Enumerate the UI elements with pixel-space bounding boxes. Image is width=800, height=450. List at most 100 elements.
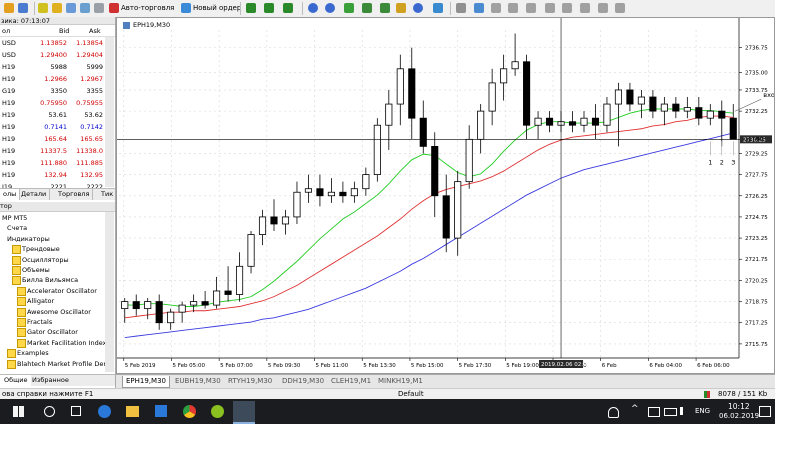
vertical-line-icon[interactable]	[491, 3, 501, 13]
autotrade-button[interactable]: Авто-торговля	[109, 2, 174, 14]
navigator-item[interactable]: Счета	[7, 223, 27, 233]
market-watch-row[interactable]: H19 111.880 111.885	[0, 157, 115, 169]
indicator-folder-icon	[7, 349, 16, 359]
bar-chart-icon[interactable]	[246, 3, 256, 13]
cursor-icon[interactable]	[456, 3, 466, 13]
trendline-icon[interactable]	[526, 3, 536, 13]
tab-trading[interactable]: Торговля	[55, 189, 94, 200]
arrows-icon[interactable]	[615, 3, 625, 13]
chart-tab[interactable]: CLEH19,M1	[328, 376, 374, 387]
data-window-icon[interactable]	[66, 3, 76, 13]
volume-icon[interactable]	[680, 407, 691, 415]
network-icon[interactable]	[648, 407, 660, 417]
market-watch-icon[interactable]	[38, 3, 48, 13]
battery-icon[interactable]	[664, 408, 677, 416]
tray-chevron-icon[interactable]: ^	[631, 404, 639, 414]
chrome-icon[interactable]	[183, 405, 196, 418]
market-watch-row[interactable]: H19 1.2966 1.2967	[0, 73, 115, 85]
chart-tab[interactable]: MINKH19,M1	[375, 376, 426, 387]
navigator-item[interactable]: Трендовые	[12, 244, 60, 255]
edge-icon[interactable]	[98, 405, 111, 418]
chart-tab[interactable]: EUBH19,M30	[172, 376, 224, 387]
tab-favorites[interactable]: Избранное	[28, 375, 73, 386]
line-chart-icon[interactable]	[283, 3, 293, 13]
clock-date[interactable]: 06.02.2019	[719, 412, 759, 420]
navigator-item-label: Объемы	[22, 266, 50, 274]
market-watch-row[interactable]: H19 5988 5999	[0, 61, 115, 73]
market-watch-row[interactable]: H19 0.7141 0.7142	[0, 121, 115, 133]
app-icon[interactable]	[211, 405, 224, 418]
metatrader-icon[interactable]	[233, 401, 255, 424]
navigator-item[interactable]: Fractals	[17, 317, 52, 327]
search-icon[interactable]	[44, 406, 55, 417]
candle-body	[235, 265, 244, 295]
navigator-icon[interactable]	[52, 3, 62, 13]
chart-tab[interactable]: DDH19,M30	[279, 376, 327, 387]
tile-windows-icon[interactable]	[344, 3, 354, 13]
candle-body	[385, 103, 393, 126]
terminal-icon[interactable]	[80, 3, 90, 13]
autoscroll-icon[interactable]	[362, 3, 372, 13]
ask-column[interactable]: Ask	[89, 26, 101, 36]
navigator-scrollbar[interactable]	[105, 212, 114, 372]
navigator-item[interactable]: Examples	[7, 348, 49, 359]
candle-body	[362, 174, 370, 190]
navigator-item[interactable]: Осцилляторы	[12, 255, 69, 265]
navigator-item[interactable]: Объемы	[12, 265, 50, 275]
market-watch-row[interactable]: H19 11337.5 11338.0	[0, 145, 115, 157]
horizontal-line-icon[interactable]	[508, 3, 518, 13]
chart-shift-icon[interactable]	[380, 3, 390, 13]
folder-icon[interactable]	[18, 3, 28, 13]
navigator-item[interactable]: Blahtech Market Profile Demo	[7, 359, 114, 369]
fibo-icon[interactable]	[562, 3, 572, 13]
periods-icon[interactable]	[413, 3, 423, 13]
market-watch-scrollbar[interactable]	[105, 37, 114, 187]
market-watch-row[interactable]: USD 1.29400 1.29404	[0, 49, 115, 61]
tab-details[interactable]: Детали	[18, 189, 51, 200]
navigator-item[interactable]: Индикаторы	[7, 234, 50, 244]
tab-general[interactable]: Общие	[0, 375, 32, 386]
tab-ticks[interactable]: Тик	[98, 189, 118, 200]
navigator-item[interactable]: MP MT5	[2, 213, 27, 223]
navigator-item[interactable]: Market Facilitation Index	[17, 338, 106, 348]
language-indicator[interactable]: ENG	[695, 407, 710, 415]
task-view-icon[interactable]	[71, 406, 81, 416]
market-watch-row[interactable]: H19 53.61 53.62	[0, 109, 115, 121]
new-order-button[interactable]: Новый ордер	[181, 2, 241, 14]
chart-canvas[interactable]: 2736.752735.002733.752732.252730.252729.…	[117, 18, 774, 373]
navigator-item[interactable]: Билла Вильямса	[12, 275, 78, 286]
start-icon[interactable]	[13, 406, 24, 417]
clock-time[interactable]: 10:12	[728, 402, 750, 411]
zoom-out-icon[interactable]	[325, 3, 335, 13]
chart-bars-icon[interactable]	[4, 3, 14, 13]
text-icon[interactable]	[580, 3, 590, 13]
store-icon[interactable]	[155, 405, 167, 417]
navigator-item[interactable]: Accelerator Oscillator	[17, 286, 97, 296]
chart-tab[interactable]: RTYH19,M30	[225, 376, 275, 387]
market-watch-row[interactable]: H19 0.75950 0.75955	[0, 97, 115, 109]
templates-icon[interactable]	[433, 3, 443, 13]
explorer-icon[interactable]	[126, 406, 139, 417]
symbol-column[interactable]: ол	[2, 26, 10, 36]
bid-column[interactable]: Bid	[59, 26, 69, 36]
indicators-icon[interactable]	[396, 3, 406, 13]
market-watch-row[interactable]: H19 132.94 132.95	[0, 169, 115, 181]
crosshair-icon[interactable]	[474, 3, 484, 13]
people-icon[interactable]	[608, 407, 619, 418]
chart-tab[interactable]: EPH19,M30	[122, 376, 170, 388]
tester-icon[interactable]	[94, 3, 104, 13]
candle	[431, 132, 439, 217]
label-icon[interactable]	[598, 3, 608, 13]
market-watch-row[interactable]: G19 3350 3355	[0, 85, 115, 97]
market-watch-row[interactable]: H19 165.64 165.65	[0, 133, 115, 145]
navigator-item[interactable]: Awesome Oscillator	[17, 307, 91, 317]
zoom-in-icon[interactable]	[308, 3, 318, 13]
channel-icon[interactable]	[545, 3, 555, 13]
navigator-item[interactable]: Gator Oscillator	[17, 327, 78, 338]
chart-title-text: EPH19,M30	[133, 21, 171, 29]
notifications-icon[interactable]	[759, 406, 771, 417]
chart-window[interactable]: 2736.752735.002733.752732.252730.252729.…	[116, 17, 775, 374]
navigator-item[interactable]: Alligator	[17, 296, 54, 307]
market-watch-row[interactable]: USD 1.13852 1.13854	[0, 37, 115, 49]
candlestick-icon[interactable]	[264, 3, 274, 13]
